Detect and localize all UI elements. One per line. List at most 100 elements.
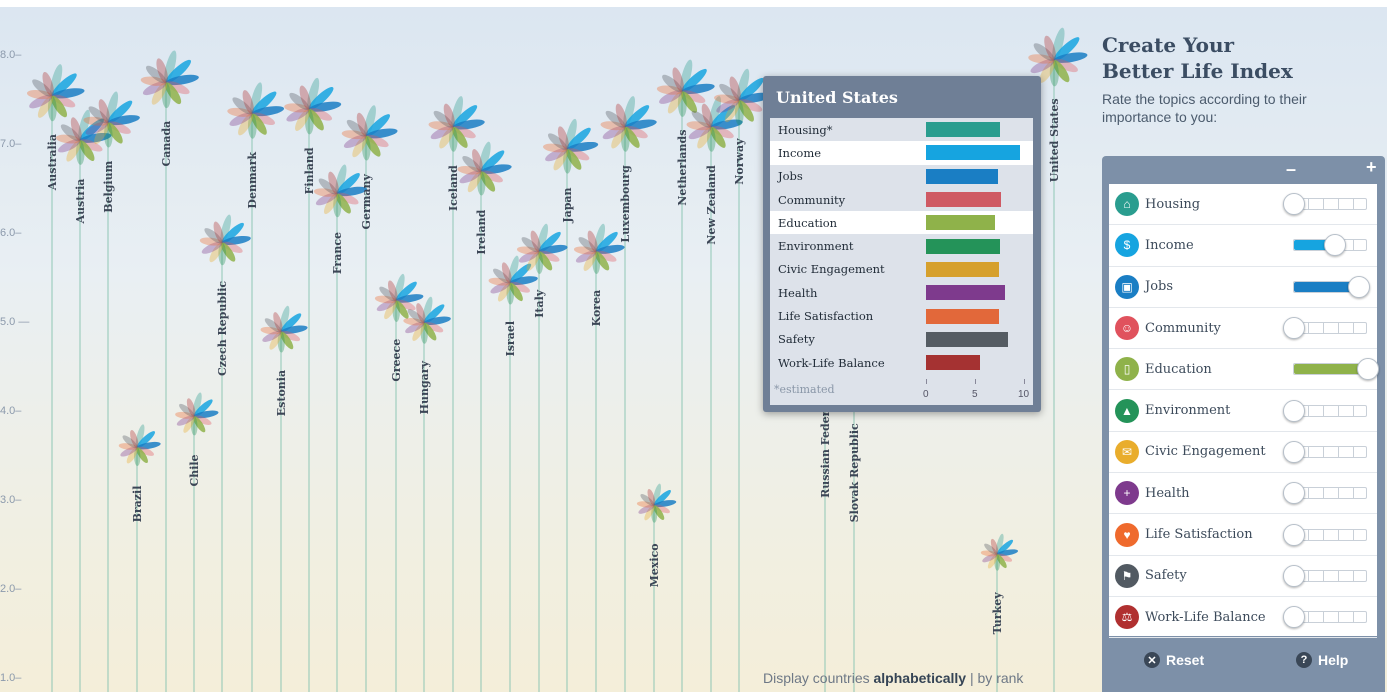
topic-slider[interactable] <box>1293 358 1379 381</box>
country-flower[interactable] <box>428 95 485 152</box>
country-label[interactable]: Netherlands <box>676 130 689 206</box>
country-label[interactable]: Luxembourg <box>619 165 632 243</box>
tooltip-row-label: Civic Engagement <box>778 262 885 277</box>
sort-alphabetically-link[interactable]: alphabetically <box>874 670 967 686</box>
topic-slider[interactable] <box>1283 440 1367 463</box>
country-label[interactable]: Ireland <box>475 209 488 254</box>
rating-panel: – + ⌂ Housing $ Income ▣ Jobs ☺ Community ▯ Educa… <box>1102 156 1385 692</box>
country-flower[interactable] <box>199 214 251 266</box>
country-label[interactable]: Iceland <box>447 165 460 211</box>
topic-list: ⌂ Housing $ Income ▣ Jobs ☺ Community ▯ Education… <box>1109 184 1379 639</box>
country-flower[interactable] <box>636 483 677 523</box>
slider-knob[interactable] <box>1283 193 1305 216</box>
slider-knob[interactable] <box>1283 523 1305 546</box>
topic-slider[interactable] <box>1293 275 1371 298</box>
country-label[interactable]: Hungary <box>418 360 431 414</box>
topic-label: Health <box>1145 485 1190 501</box>
country-label[interactable]: United States <box>1048 98 1061 182</box>
country-flower[interactable] <box>260 305 308 353</box>
country-flower[interactable] <box>542 118 599 174</box>
country-label[interactable]: New Zealand <box>705 165 718 245</box>
slider-knob[interactable] <box>1283 606 1305 629</box>
tooltip-axis-tick <box>1024 379 1025 384</box>
slider-knob[interactable] <box>1283 317 1305 340</box>
topic-label: Civic Engagement <box>1145 444 1266 460</box>
country-label[interactable]: Czech Republic <box>216 281 229 376</box>
topic-slider[interactable] <box>1283 564 1367 587</box>
house-icon: ⌂ <box>1115 192 1139 217</box>
topic-slider[interactable] <box>1283 606 1367 629</box>
country-flower[interactable] <box>175 392 219 436</box>
help-button[interactable]: ? Help <box>1296 652 1348 668</box>
country-flower[interactable] <box>600 95 657 152</box>
topic-slider[interactable] <box>1283 193 1367 216</box>
country-label[interactable]: Norway <box>733 138 746 185</box>
country-label[interactable]: Denmark <box>246 151 259 208</box>
country-flower[interactable] <box>457 141 512 196</box>
country-flower[interactable] <box>227 81 285 139</box>
tooltip-bar <box>926 355 980 371</box>
country-label[interactable]: Greece <box>390 339 403 382</box>
country-label[interactable]: Italy <box>533 289 546 318</box>
country-flower[interactable] <box>284 77 342 135</box>
country-label[interactable]: Canada <box>160 121 173 167</box>
tooltip-row-label: Life Satisfaction <box>778 309 874 324</box>
tooltip-bar <box>926 238 1001 254</box>
topic-row: ♥ Life Satisfaction <box>1109 514 1377 556</box>
topic-slider[interactable] <box>1283 523 1367 546</box>
country-label[interactable]: Chile <box>188 454 201 486</box>
slider-knob[interactable] <box>1283 399 1305 422</box>
country-flower[interactable] <box>980 533 1019 571</box>
country-label[interactable]: Australia <box>46 134 59 191</box>
y-axis-label: 3.0– <box>0 494 22 506</box>
tooltip-axis-tick <box>926 379 927 384</box>
country-flower[interactable] <box>341 104 398 161</box>
display-separator: | <box>966 670 978 686</box>
country-label[interactable]: Estonia <box>275 370 288 416</box>
topic-slider[interactable] <box>1283 317 1367 340</box>
country-label[interactable]: Turkey <box>991 592 1004 635</box>
country-label[interactable]: Slovak Republic <box>848 423 861 522</box>
increase-all-button[interactable]: + <box>1366 157 1377 178</box>
slider-knob[interactable] <box>1348 275 1371 298</box>
country-label[interactable]: France <box>331 232 344 274</box>
tooltip-bar <box>926 192 1002 208</box>
country-label[interactable]: Finland <box>303 147 316 194</box>
slider-knob[interactable] <box>1283 440 1305 463</box>
slider-knob[interactable] <box>1323 234 1346 257</box>
slider-knob[interactable] <box>1283 564 1305 587</box>
country-label[interactable]: Mexico <box>648 543 661 587</box>
tooltip-row-label: Safety <box>778 332 815 347</box>
country-label[interactable]: Germany <box>360 173 373 229</box>
topic-label: Environment <box>1145 403 1231 419</box>
country-label[interactable]: Korea <box>590 290 603 327</box>
country-label[interactable]: Japan <box>561 187 574 223</box>
y-axis-label: 8.0– <box>0 49 22 61</box>
slider-knob[interactable] <box>1357 358 1379 381</box>
country-label[interactable]: Austria <box>74 179 87 225</box>
tooltip-row: Work-Life Balance <box>770 351 1033 374</box>
decrease-all-button[interactable]: – <box>1286 159 1296 180</box>
tooltip-row: Housing* <box>770 118 1033 141</box>
country-flower[interactable] <box>140 49 199 109</box>
topic-slider[interactable] <box>1293 234 1367 257</box>
reset-button[interactable]: ✕ Reset <box>1144 652 1204 668</box>
tooltip-country-name: United States <box>776 88 898 107</box>
country-label[interactable]: Brazil <box>131 486 144 523</box>
slider-knob[interactable] <box>1283 482 1305 505</box>
country-flower[interactable] <box>403 296 452 344</box>
country-flower[interactable] <box>118 424 161 466</box>
sort-by-rank-link[interactable]: by rank <box>978 670 1024 686</box>
briefcase-icon: ▣ <box>1115 274 1139 299</box>
country-label[interactable]: Belgium <box>102 160 115 212</box>
topic-slider[interactable] <box>1283 399 1367 422</box>
tooltip-row: Environment <box>770 234 1033 257</box>
tooltip-bar <box>926 331 1009 347</box>
y-axis-label: 4.0– <box>0 405 22 417</box>
country-flower[interactable] <box>573 223 626 274</box>
country-label[interactable]: Israel <box>504 321 517 356</box>
topic-slider[interactable] <box>1283 482 1367 505</box>
country-flower[interactable] <box>26 63 85 122</box>
tooltip-row-label: Jobs <box>778 169 803 184</box>
book-icon: ▯ <box>1115 357 1139 382</box>
